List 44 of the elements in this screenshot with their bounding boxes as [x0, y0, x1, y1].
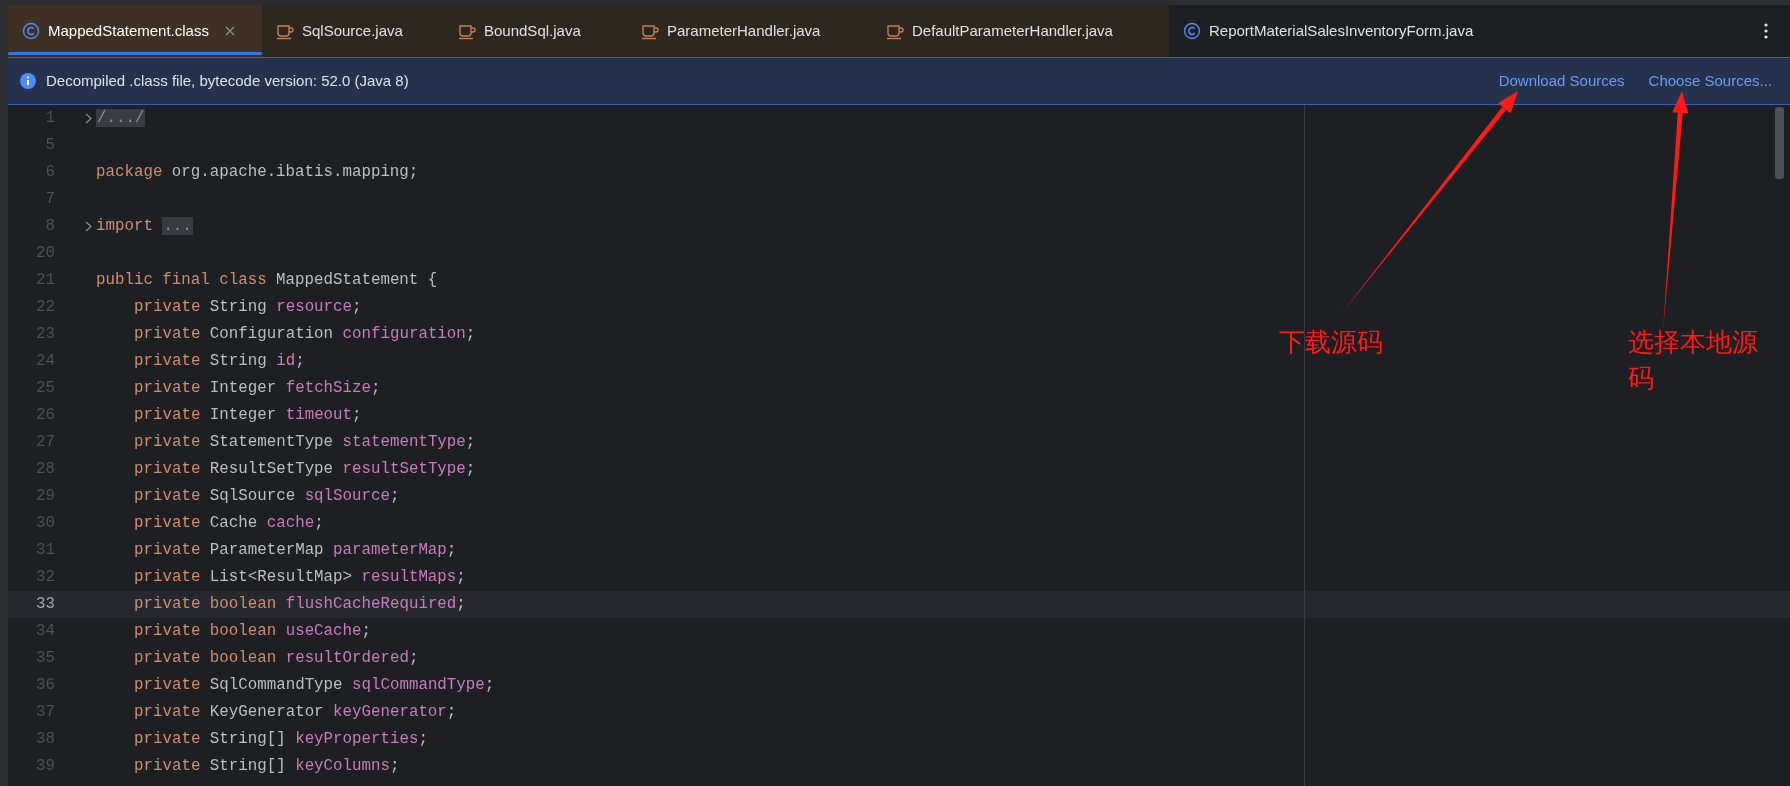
code-line: private Configuration configuration;: [133, 323, 476, 345]
code-line: import ...: [96, 215, 193, 237]
scrollbar-thumb[interactable]: [1775, 107, 1784, 179]
code-line: private List<ResultMap> resultMaps;: [133, 566, 466, 588]
code-line: private boolean useCache;: [133, 620, 371, 642]
editor-tab[interactable]: SqlSource.java: [262, 5, 444, 57]
code-line: private String[] keyColumns;: [133, 755, 400, 777]
code-line: private Cache cache;: [133, 512, 324, 534]
editor-tab[interactable]: DefaultParameterHandler.java: [872, 5, 1169, 57]
annotation-text: 下载源码: [1279, 326, 1384, 359]
close-icon[interactable]: [224, 26, 235, 36]
more-options-icon[interactable]: [1764, 23, 1768, 39]
notification-link[interactable]: Download Sources: [1498, 69, 1625, 93]
coffee-cup-icon: [458, 22, 476, 40]
info-icon: [20, 73, 36, 89]
code-line: private StatementType statementType;: [133, 431, 476, 453]
code-line: private String[] keyProperties;: [133, 728, 428, 750]
coffee-cup-icon: [886, 22, 904, 40]
editor-tab[interactable]: ParameterHandler.java: [627, 5, 872, 57]
code-line: private boolean resultOrdered;: [133, 647, 419, 669]
annotation-text: 选择本地源码: [1628, 326, 1759, 395]
editor-tab[interactable]: BoundSql.java: [444, 5, 627, 57]
editor-tab[interactable]: MappedStatement.class: [8, 5, 262, 57]
code-line: private String resource;: [133, 296, 362, 318]
code-line: package org.apache.ibatis.mapping;: [96, 161, 419, 183]
line-number: 33: [35, 593, 55, 615]
class-icon: [22, 22, 40, 40]
code-line: private Integer timeout;: [133, 404, 362, 426]
code-line: private String id;: [133, 350, 305, 372]
chevron-right-icon[interactable]: [85, 113, 92, 124]
code-line: private KeyGenerator keyGenerator;: [133, 701, 457, 723]
code-line: private boolean flushCacheRequired;: [133, 593, 466, 615]
class-icon: [1183, 22, 1201, 40]
coffee-cup-icon: [641, 22, 659, 40]
chevron-right-icon[interactable]: [85, 221, 92, 232]
code-line: private SqlCommandType sqlCommandType;: [133, 674, 495, 696]
code-line: private ParameterMap parameterMap;: [133, 539, 457, 561]
code-line: private ResultSetType resultSetType;: [133, 458, 476, 480]
notification-message: Decompiled .class file, bytecode version: 52.0 (Java 8): [46, 70, 410, 91]
code-line: private SqlSource sqlSource;: [133, 485, 400, 507]
notification-link[interactable]: Choose Sources...: [1648, 69, 1772, 93]
coffee-cup-icon: [276, 22, 294, 40]
code-line: public final class MappedStatement {: [96, 269, 438, 291]
code-line: private Integer fetchSize;: [133, 377, 381, 399]
